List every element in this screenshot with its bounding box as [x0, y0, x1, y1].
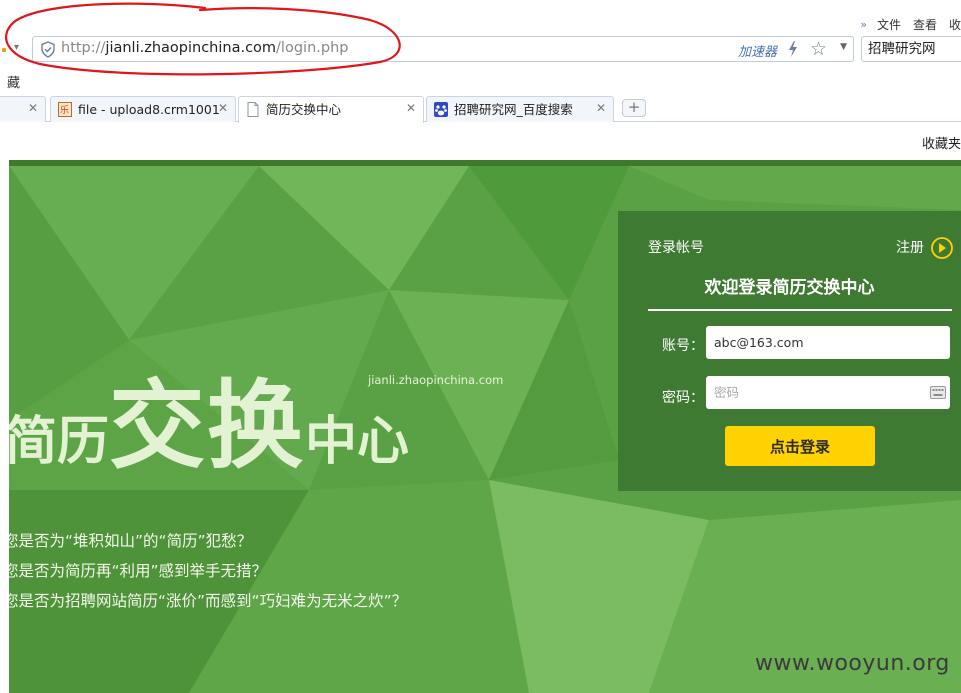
- tab-file-upload[interactable]: 乐 file - upload8.crm1001 ✕: [50, 96, 236, 122]
- account-input[interactable]: [706, 326, 950, 359]
- login-panel: 登录帐号 注册 欢迎登录简历交换中心 账号： 密码： 点击登录: [618, 211, 961, 491]
- accelerator-button[interactable]: 加速器: [738, 41, 777, 60]
- bookmark-bar-label[interactable]: 藏: [7, 72, 20, 91]
- watermark: www.wooyun.org: [755, 651, 950, 676]
- search-input[interactable]: 招聘研究网: [861, 36, 961, 62]
- hero-question: 您是否为招聘网站简历“涨价”而感到“巧妇难为无米之炊”？: [9, 592, 408, 610]
- nav-dropdown[interactable]: ▾: [0, 41, 30, 59]
- tab-title: file - upload8.crm1001: [78, 102, 220, 117]
- new-tab-button[interactable]: +: [622, 99, 646, 117]
- menu-bar: » 文件 查看 收: [860, 14, 961, 34]
- tab-title: 招聘研究网_百度搜索: [454, 102, 573, 117]
- tab-baidu-search[interactable]: 招聘研究网_百度搜索 ✕: [426, 96, 614, 122]
- menu-file[interactable]: 文件: [877, 16, 901, 33]
- url-scheme: http://: [61, 40, 106, 56]
- chevron-down-icon[interactable]: ▼: [840, 42, 847, 52]
- menu-view[interactable]: 查看: [913, 16, 937, 33]
- chevron-down-icon: ▾: [14, 42, 20, 53]
- shield-icon: [41, 41, 55, 58]
- document-icon: [247, 102, 259, 117]
- welcome-title: 欢迎登录简历交换中心: [704, 278, 875, 298]
- close-icon[interactable]: ✕: [406, 101, 416, 115]
- hero-title: 简历交换中心: [9, 348, 410, 482]
- lightning-icon[interactable]: [787, 41, 799, 57]
- address-bar[interactable]: http://jianli.zhaopinchina.com/login.php…: [32, 36, 854, 62]
- close-icon[interactable]: ✕: [28, 101, 38, 115]
- keyboard-icon[interactable]: [930, 386, 946, 399]
- favorites-link[interactable]: 收藏夹: [922, 133, 961, 152]
- divider: [648, 309, 952, 311]
- close-icon[interactable]: ✕: [596, 101, 606, 115]
- hero-question: 您是否为“堆积如山”的“简历”犯愁？: [9, 532, 253, 550]
- webshell-favicon-icon: 乐: [58, 102, 72, 117]
- address-row: ▾ http://jianli.zhaopinchina.com/login.p…: [0, 33, 961, 65]
- menu-favorites[interactable]: 收: [949, 16, 961, 33]
- more-menu-icon[interactable]: »: [860, 18, 867, 31]
- hero-title-part: 交换: [109, 370, 306, 482]
- browser-chrome: » 文件 查看 收 ▾ http://jianli.zhaopinchina.c…: [0, 0, 961, 160]
- tab-strip: ✕ 乐 file - upload8.crm1001 ✕ 简历交换中心 ✕ 招聘…: [0, 95, 961, 123]
- url-text[interactable]: http://jianli.zhaopinchina.com/login.php: [61, 40, 348, 56]
- close-icon[interactable]: ✕: [218, 101, 228, 115]
- password-input[interactable]: [706, 376, 950, 409]
- account-label: 账号：: [662, 338, 704, 354]
- arrow-right-circle-icon[interactable]: [931, 237, 953, 259]
- login-submit-button[interactable]: 点击登录: [725, 426, 875, 466]
- page-top-border: [9, 160, 961, 166]
- svg-text:乐: 乐: [60, 104, 69, 116]
- nav-indicator-icon: [2, 48, 6, 52]
- login-page: jianli.zhaopinchina.com 简历交换中心 您是否为“堆积如山…: [9, 160, 961, 693]
- url-host: jianli.zhaopinchina.com: [105, 40, 277, 56]
- tab-title: 简历交换中心: [266, 102, 342, 117]
- baidu-paw-icon: [434, 102, 448, 117]
- url-path: /login.php: [276, 40, 349, 56]
- hero-title-part: 中心: [305, 412, 410, 472]
- hero-title-part: 简历: [9, 412, 110, 472]
- tab-previous[interactable]: ✕: [0, 96, 46, 122]
- hero-question: 您是否为简历再“利用”感到举手无措？: [9, 562, 268, 580]
- password-label: 密码：: [662, 390, 704, 406]
- login-header-label: 登录帐号: [648, 240, 704, 256]
- star-icon[interactable]: ☆: [810, 38, 827, 60]
- tab-resume-exchange[interactable]: 简历交换中心 ✕: [238, 96, 424, 123]
- register-link[interactable]: 注册: [896, 237, 924, 257]
